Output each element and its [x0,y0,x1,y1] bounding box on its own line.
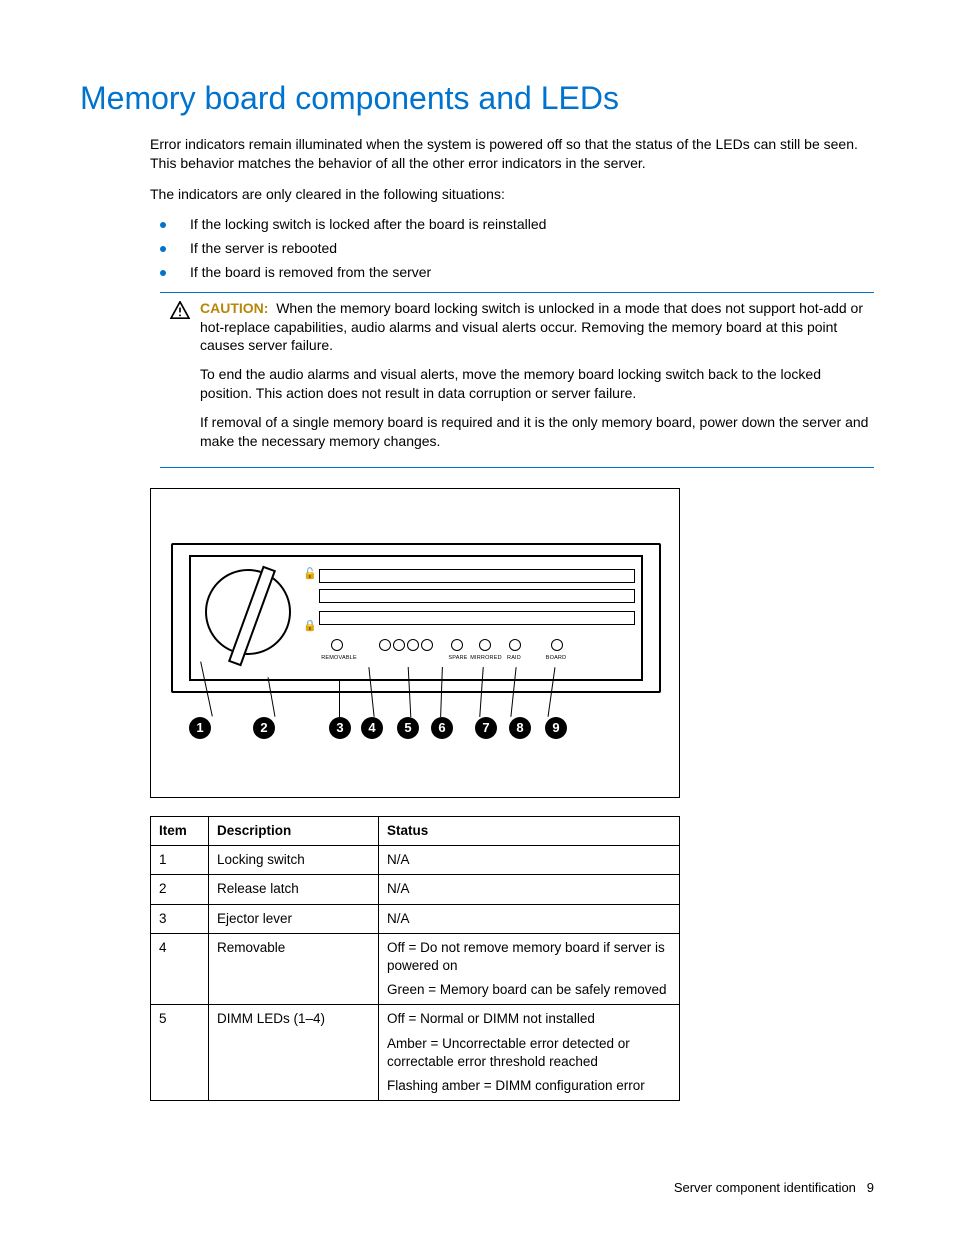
page-title: Memory board components and LEDs [80,80,874,117]
status-line: N/A [387,910,671,928]
bullet-icon [160,222,166,228]
intro-paragraph-1: Error indicators remain illuminated when… [150,135,874,173]
list-item-text: If the server is rebooted [190,240,337,256]
table-row: 3Ejector lever N/A [151,904,680,933]
status-line: Amber = Uncorrectable error detected or … [387,1035,671,1071]
caution-box: CAUTION: When the memory board locking s… [160,292,874,468]
locking-switch-knob [205,569,291,655]
cell-item: 5 [151,1005,209,1101]
components-table: Item Description Status 1Locking switch N… [150,816,680,1101]
cell-status: Off = Do not remove memory board if serv… [379,933,680,1005]
callout-2: 2 [253,717,275,739]
status-line: N/A [387,851,671,869]
th-description: Description [209,816,379,845]
caution-p1: When the memory board locking switch is … [200,300,863,354]
bullet-list: If the locking switch is locked after th… [150,216,874,280]
status-line: Off = Normal or DIMM not installed [387,1010,671,1028]
callout-6: 6 [431,717,453,739]
cell-item: 4 [151,933,209,1005]
caution-p3: If removal of a single memory board is r… [200,413,874,451]
status-line: Flashing amber = DIMM configuration erro… [387,1077,671,1095]
status-line: Off = Do not remove memory board if serv… [387,939,671,975]
cell-description: DIMM LEDs (1–4) [209,1005,379,1101]
cell-status: N/A [379,875,680,904]
cell-description: Release latch [209,875,379,904]
cell-status: Off = Normal or DIMM not installed Amber … [379,1005,680,1101]
footer-section: Server component identification [674,1180,856,1195]
list-item: If the server is rebooted [150,240,874,256]
caution-p2: To end the audio alarms and visual alert… [200,365,874,403]
cell-status: N/A [379,904,680,933]
callout-8: 8 [509,717,531,739]
cell-item: 3 [151,904,209,933]
memory-board-diagram: 🔓 🔒 REMOVABLE SPARE MIRRORED RAID BOARD … [150,488,680,798]
caution-label: CAUTION: [200,300,268,316]
cell-description: Locking switch [209,846,379,875]
caution-icon [160,299,200,322]
table-row: 2Release latch N/A [151,875,680,904]
cell-description: Ejector lever [209,904,379,933]
lock-icon: 🔒 [303,619,317,632]
cell-item: 1 [151,846,209,875]
bullet-icon [160,270,166,276]
table-row: 5DIMM LEDs (1–4)Off = Normal or DIMM not… [151,1005,680,1101]
intro-paragraph-2: The indicators are only cleared in the f… [150,185,874,204]
cell-description: Removable [209,933,379,1005]
callout-7: 7 [475,717,497,739]
unlock-icon: 🔓 [303,567,317,580]
th-status: Status [379,816,680,845]
th-item: Item [151,816,209,845]
bullet-icon [160,246,166,252]
callout-9: 9 [545,717,567,739]
list-item: If the locking switch is locked after th… [150,216,874,232]
table-row: 1Locking switch N/A [151,846,680,875]
caution-text: CAUTION: When the memory board locking s… [200,299,874,461]
cell-status: N/A [379,846,680,875]
page-footer: Server component identification 9 [674,1180,874,1195]
cell-item: 2 [151,875,209,904]
callout-3: 3 [329,717,351,739]
callout-1: 1 [189,717,211,739]
footer-page: 9 [867,1180,874,1195]
table-row: 4RemovableOff = Do not remove memory boa… [151,933,680,1005]
list-item-text: If the locking switch is locked after th… [190,216,546,232]
callout-4: 4 [361,717,383,739]
callout-5: 5 [397,717,419,739]
list-item-text: If the board is removed from the server [190,264,431,280]
status-line: N/A [387,880,671,898]
list-item: If the board is removed from the server [150,264,874,280]
status-line: Green = Memory board can be safely remov… [387,981,671,999]
